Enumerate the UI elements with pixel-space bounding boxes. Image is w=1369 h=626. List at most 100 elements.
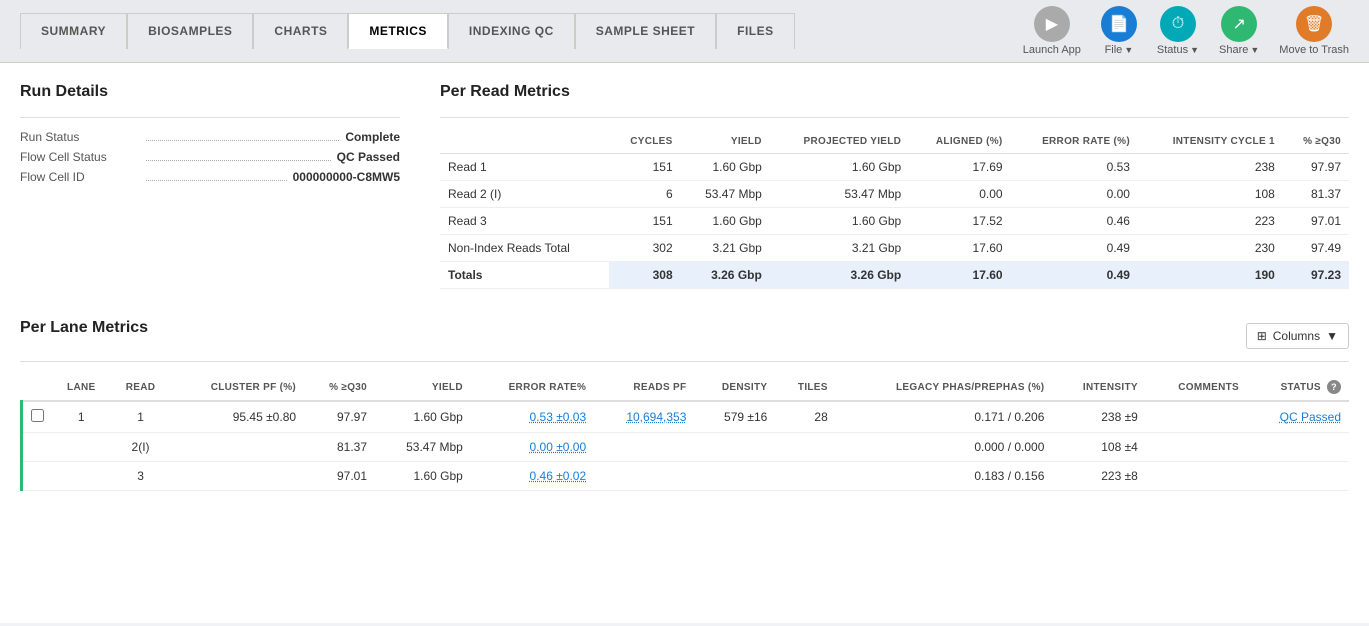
columns-label: Columns	[1273, 329, 1320, 343]
per-read-metrics-section: Per Read Metrics CYCLES YIELD PROJECTED …	[440, 83, 1349, 289]
totals-row: Totals 308 3.26 Gbp 3.26 Gbp 17.60 0.49 …	[440, 262, 1349, 289]
tab-files[interactable]: FILES	[716, 13, 795, 49]
density-cell	[694, 462, 775, 491]
share-button[interactable]: ↗ Share ▼	[1219, 6, 1259, 56]
lane-row: 2(I) 81.37 53.47 Mbp 0.00 ±0.00 0.000 / …	[22, 433, 1350, 462]
tab-indexing-qc[interactable]: INDEXING QC	[448, 13, 575, 49]
table-row: Read 1 151 1.60 Gbp 1.60 Gbp 17.69 0.53 …	[440, 154, 1349, 181]
q30-cell: 81.37	[304, 433, 375, 462]
col-header-comments: COMMENTS	[1146, 374, 1247, 401]
table-row: Non-Index Reads Total 302 3.21 Gbp 3.21 …	[440, 235, 1349, 262]
reads-pf-cell	[594, 462, 694, 491]
col-header-q30: % ≥Q30	[1283, 130, 1349, 154]
launch-app-button[interactable]: ▶ Launch App	[1023, 6, 1081, 56]
error-rate-cell[interactable]: 0.53 ±0.03	[471, 401, 594, 433]
status-cell[interactable]: QC Passed	[1247, 401, 1349, 433]
cluster-pf-cell	[171, 433, 305, 462]
lane-row: 3 97.01 1.60 Gbp 0.46 ±0.02 0.183 / 0.15…	[22, 462, 1350, 491]
col-header-intensity: INTENSITY CYCLE 1	[1138, 130, 1283, 154]
per-lane-metrics-title: Per Lane Metrics	[20, 319, 148, 337]
tab-metrics[interactable]: METRICS	[348, 13, 448, 49]
intensity-cell: 223 ±8	[1052, 462, 1145, 491]
tiles-cell	[775, 433, 835, 462]
main-content: Run Details Run Status Complete Flow Cel…	[0, 63, 1369, 623]
density-cell	[694, 433, 775, 462]
file-button[interactable]: 📄 File ▼	[1101, 6, 1137, 56]
error-rate-cell[interactable]: 0.46 ±0.02	[471, 462, 594, 491]
run-status-row: Run Status Complete	[20, 130, 400, 144]
lane-cell: 1	[52, 401, 111, 433]
per-read-metrics-title: Per Read Metrics	[440, 83, 1349, 101]
col-header-checkbox	[22, 374, 53, 401]
col-header-status: STATUS ?	[1247, 374, 1349, 401]
read-cell: 2(I)	[111, 433, 171, 462]
legacy-phas-cell: 0.171 / 0.206	[836, 401, 1053, 433]
run-details-grid: Run Status Complete Flow Cell Status QC …	[20, 130, 400, 184]
comments-cell	[1146, 433, 1247, 462]
tiles-cell: 28	[775, 401, 835, 433]
share-icon: ↗	[1221, 6, 1257, 42]
columns-icon: ⊞	[1257, 329, 1267, 343]
lane-cell	[52, 462, 111, 491]
cluster-pf-cell: 95.45 ±0.80	[171, 401, 305, 433]
density-cell: 579 ±16	[694, 401, 775, 433]
yield-cell: 1.60 Gbp	[375, 462, 471, 491]
flow-cell-status-row: Flow Cell Status QC Passed	[20, 150, 400, 164]
error-rate-cell[interactable]: 0.00 ±0.00	[471, 433, 594, 462]
move-to-trash-button[interactable]: 🗑 Move to Trash	[1279, 6, 1349, 56]
col-header-read	[440, 130, 609, 154]
tiles-cell	[775, 462, 835, 491]
col-header-tiles: TILES	[775, 374, 835, 401]
top-sections: Run Details Run Status Complete Flow Cel…	[20, 83, 1349, 289]
col-header-yield: YIELD	[375, 374, 471, 401]
per-lane-metrics-table: LANE READ CLUSTER PF (%) % ≥Q30 YIELD ER…	[20, 374, 1349, 491]
yield-cell: 1.60 Gbp	[375, 401, 471, 433]
col-header-error-rate: ERROR RATE (%)	[1011, 130, 1138, 154]
tab-biosamples[interactable]: BIOSAMPLES	[127, 13, 253, 49]
tab-charts[interactable]: CHARTS	[253, 13, 348, 49]
comments-cell	[1146, 462, 1247, 491]
per-lane-header: Per Lane Metrics ⊞ Columns ▼	[20, 319, 1349, 353]
file-icon: 📄	[1101, 6, 1137, 42]
col-header-cluster-pf: CLUSTER PF (%)	[171, 374, 305, 401]
per-read-metrics-table: CYCLES YIELD PROJECTED YIELD ALIGNED (%)…	[440, 130, 1349, 289]
col-header-error-rate: ERROR RATE%	[471, 374, 594, 401]
status-cell	[1247, 433, 1349, 462]
columns-button[interactable]: ⊞ Columns ▼	[1246, 323, 1349, 349]
intensity-cell: 108 ±4	[1052, 433, 1145, 462]
tab-bar: SUMMARY BIOSAMPLES CHARTS METRICS INDEXI…	[20, 13, 795, 49]
col-header-yield: YIELD	[681, 130, 770, 154]
col-header-lane: LANE	[52, 374, 111, 401]
col-header-read: READ	[111, 374, 171, 401]
table-row: Read 2 (I) 6 53.47 Mbp 53.47 Mbp 0.00 0.…	[440, 181, 1349, 208]
lane-row: 1 1 95.45 ±0.80 97.97 1.60 Gbp 0.53 ±0.0…	[22, 401, 1350, 433]
read-cell: 1	[111, 401, 171, 433]
tab-summary[interactable]: SUMMARY	[20, 13, 127, 49]
col-header-aligned: ALIGNED (%)	[909, 130, 1010, 154]
comments-cell	[1146, 401, 1247, 433]
per-lane-metrics-section: Per Lane Metrics ⊞ Columns ▼ LANE READ C…	[20, 319, 1349, 491]
reads-pf-cell[interactable]: 10,694,353	[594, 401, 694, 433]
top-bar: SUMMARY BIOSAMPLES CHARTS METRICS INDEXI…	[0, 0, 1369, 63]
col-header-legacy-phas: LEGACY PHAS/PREPHAS (%)	[836, 374, 1053, 401]
launch-app-icon: ▶	[1034, 6, 1070, 42]
reads-pf-cell	[594, 433, 694, 462]
status-help-icon[interactable]: ?	[1327, 380, 1341, 394]
top-actions: ▶ Launch App 📄 File ▼ ⏱ Status ▼ ↗ Share…	[1023, 6, 1349, 56]
status-button[interactable]: ⏱ Status ▼	[1157, 6, 1199, 56]
col-header-intensity: INTENSITY	[1052, 374, 1145, 401]
q30-cell: 97.01	[304, 462, 375, 491]
lane-row-checkbox-cell[interactable]	[22, 401, 53, 433]
yield-cell: 53.47 Mbp	[375, 433, 471, 462]
col-header-q30: % ≥Q30	[304, 374, 375, 401]
intensity-cell: 238 ±9	[1052, 401, 1145, 433]
tab-sample-sheet[interactable]: SAMPLE SHEET	[575, 13, 716, 49]
q30-cell: 97.97	[304, 401, 375, 433]
lane-row-checkbox[interactable]	[31, 409, 44, 422]
col-header-projected-yield: PROJECTED YIELD	[770, 130, 909, 154]
legacy-phas-cell: 0.183 / 0.156	[836, 462, 1053, 491]
trash-icon: 🗑	[1296, 6, 1332, 42]
status-icon: ⏱	[1160, 6, 1196, 42]
columns-caret-icon: ▼	[1326, 329, 1338, 343]
lane-cell	[52, 433, 111, 462]
